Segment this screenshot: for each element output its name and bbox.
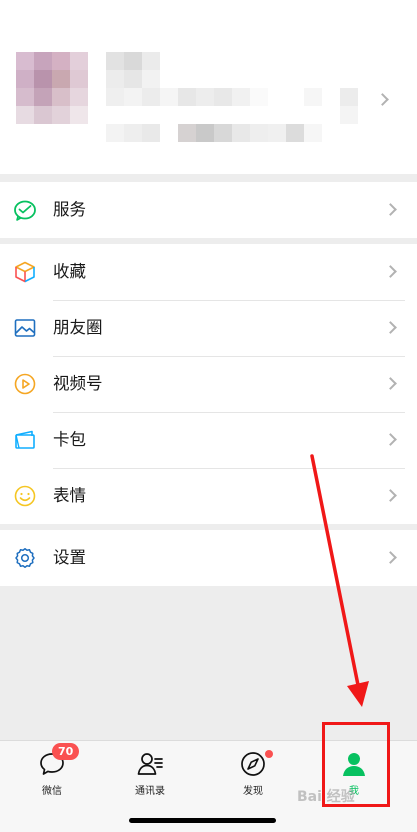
compass-icon — [241, 752, 265, 776]
photo-icon — [14, 319, 36, 337]
qr-blurred[interactable] — [340, 88, 358, 124]
menu-label-stickers: 表情 — [53, 486, 86, 505]
wallet-icon — [15, 430, 35, 449]
wechat-id-blurred — [106, 88, 358, 106]
person-icon — [343, 753, 365, 776]
new-moments-dot — [265, 750, 273, 758]
play-circle-icon — [14, 373, 36, 395]
wechat-pay-icon — [14, 200, 36, 221]
settings-group: 设置 — [0, 530, 417, 586]
gear-icon — [15, 548, 35, 568]
tab-label-contacts: 通讯录 — [135, 786, 165, 797]
smiley-icon — [14, 485, 36, 507]
chevron-right-icon — [384, 265, 397, 278]
chevron-right-icon — [384, 489, 397, 502]
main-menu-group: 收藏 朋友圈 视频号 卡包 表情 — [0, 244, 417, 524]
menu-item-channels[interactable]: 视频号 — [0, 356, 417, 412]
menu-item-favorites[interactable]: 收藏 — [0, 244, 417, 300]
tab-discover[interactable]: 发现 — [201, 741, 305, 811]
tab-label-chats: 微信 — [42, 786, 62, 797]
avatar[interactable] — [16, 52, 88, 124]
status-blurred — [106, 124, 322, 142]
unread-badge: 70 — [52, 743, 80, 760]
tab-me[interactable]: 我 — [302, 741, 406, 811]
menu-item-services[interactable]: 服务 — [0, 182, 417, 238]
chevron-right-icon — [384, 203, 397, 216]
menu-label-moments: 朋友圈 — [53, 318, 103, 337]
profile-chevron-icon — [376, 93, 389, 106]
menu-item-moments[interactable]: 朋友圈 — [0, 300, 417, 356]
tab-chats[interactable]: 70 微信 — [0, 741, 104, 811]
menu-item-settings[interactable]: 设置 — [0, 530, 417, 586]
chevron-right-icon — [384, 377, 397, 390]
nickname-blurred — [106, 52, 160, 88]
profile-header[interactable] — [0, 0, 417, 174]
menu-label-services: 服务 — [53, 200, 86, 219]
menu-item-stickers[interactable]: 表情 — [0, 468, 417, 524]
home-indicator — [129, 818, 276, 823]
tab-label-me: 我 — [349, 786, 359, 797]
contacts-icon — [137, 753, 163, 775]
menu-item-cards[interactable]: 卡包 — [0, 412, 417, 468]
menu-label-favorites: 收藏 — [53, 262, 86, 281]
cube-icon — [15, 261, 35, 283]
services-group: 服务 — [0, 182, 417, 238]
chevron-right-icon — [384, 433, 397, 446]
menu-label-channels: 视频号 — [53, 374, 103, 393]
tab-label-discover: 发现 — [243, 786, 263, 797]
chevron-right-icon — [384, 321, 397, 334]
menu-label-cards: 卡包 — [53, 430, 86, 449]
tab-contacts[interactable]: 通讯录 — [98, 741, 202, 811]
menu-label-settings: 设置 — [53, 548, 86, 567]
chevron-right-icon — [384, 551, 397, 564]
